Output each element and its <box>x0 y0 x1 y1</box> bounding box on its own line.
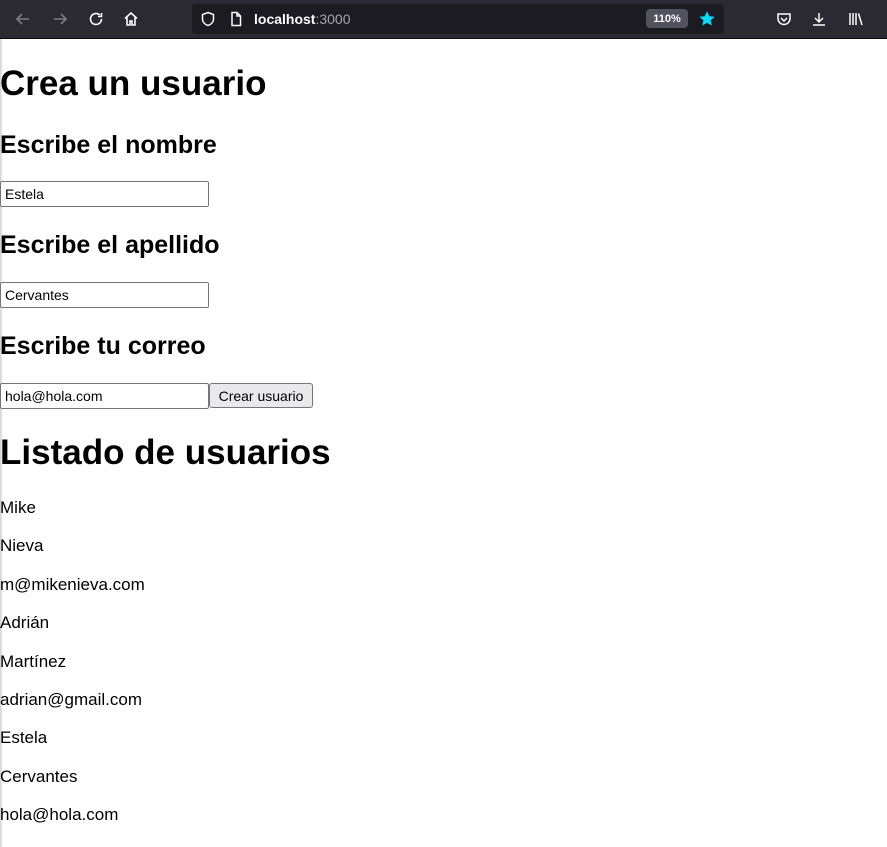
user-last-name: Nieva <box>0 536 44 555</box>
arrow-left-icon <box>15 13 29 25</box>
user-email: m@mikenieva.com <box>0 575 145 594</box>
browser-toolbar: localhost:3000 110% <box>0 0 887 39</box>
reload-icon <box>89 12 103 26</box>
forward-button[interactable] <box>47 6 73 32</box>
user-email: hola@hola.com <box>0 805 119 824</box>
home-button[interactable] <box>118 6 144 32</box>
arrow-right-icon <box>54 13 68 25</box>
page-icon[interactable] <box>228 11 244 27</box>
page-content: Crea un usuario Escribe el nombre Estela… <box>0 39 887 847</box>
email-input[interactable]: hola@hola.com <box>0 383 209 409</box>
user-last-name: Cervantes <box>0 767 78 786</box>
library-icon <box>849 13 863 26</box>
lastname-input[interactable]: Cervantes <box>0 282 209 308</box>
name-label: Escribe el nombre <box>0 131 217 159</box>
user-last-name: Martínez <box>0 652 67 671</box>
back-button[interactable] <box>10 6 36 32</box>
pocket-button[interactable] <box>771 6 797 32</box>
url-host: localhost <box>254 11 316 27</box>
url-bar[interactable]: localhost:3000 110% <box>192 4 724 34</box>
reload-button[interactable] <box>83 6 109 32</box>
library-button[interactable] <box>843 6 869 32</box>
email-label: Escribe tu correo <box>0 332 206 360</box>
user-first-name: Mike <box>0 498 36 517</box>
user-first-name: Adrián <box>0 613 50 632</box>
url-port: :3000 <box>315 11 351 27</box>
list-title: Listado de usuarios <box>0 433 331 472</box>
create-user-button[interactable]: Crear usuario <box>209 383 313 408</box>
bookmark-star-icon[interactable] <box>698 10 716 28</box>
pocket-icon <box>777 13 791 26</box>
download-icon <box>813 13 825 26</box>
zoom-badge[interactable]: 110% <box>646 9 688 28</box>
user-first-name: Estela <box>0 728 48 747</box>
home-icon <box>124 11 138 26</box>
form-title: Crea un usuario <box>0 64 267 103</box>
name-input[interactable]: Estela <box>0 181 209 207</box>
lastname-label: Escribe el apellido <box>0 231 220 259</box>
user-email: adrian@gmail.com <box>0 690 142 709</box>
downloads-button[interactable] <box>806 6 832 32</box>
url-text[interactable]: localhost:3000 <box>254 11 351 27</box>
shield-icon[interactable] <box>200 11 216 27</box>
